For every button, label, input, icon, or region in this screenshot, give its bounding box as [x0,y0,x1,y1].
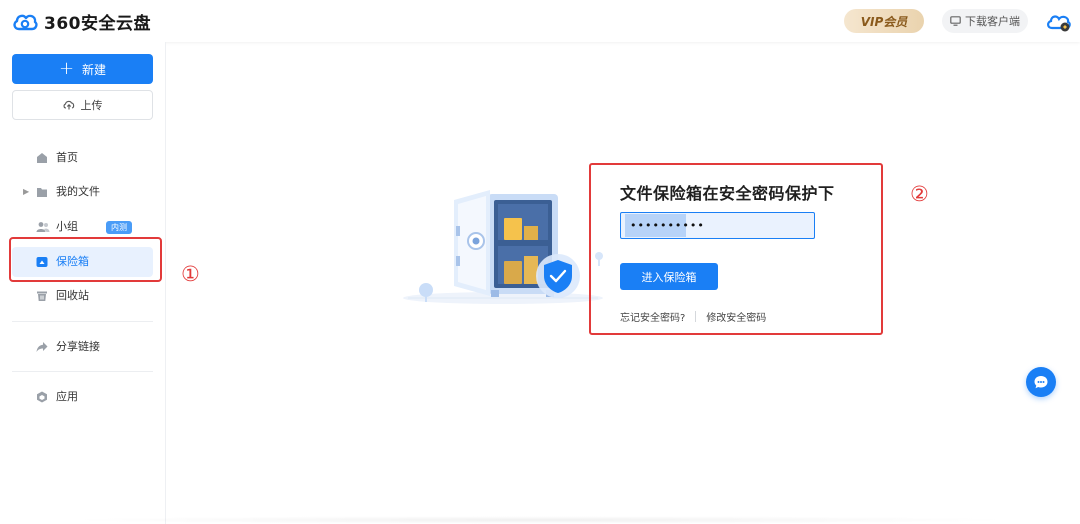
enter-vault-button[interactable]: 进入保险箱 [620,263,718,290]
trash-icon [37,291,47,301]
app-name: 360安全云盘 [44,14,151,34]
sidebar-item-recycle-bin[interactable]: 回收站 [12,281,153,311]
vault-title: 文件保险箱在安全密码保护下 [620,184,835,203]
security-password-input[interactable]: •••••••••• [620,212,815,239]
sidebar-item-apps[interactable]: 应用 [12,382,153,412]
highlight-box-vault-nav [9,237,162,282]
sidebar-item-label: 应用 [56,390,78,403]
app-icon [37,391,47,403]
sidebar-item-label: 首页 [56,151,78,164]
folder-icon [37,188,47,197]
download-client-button[interactable]: 下载客户端 [942,9,1028,33]
upload-icon [63,100,74,110]
chat-bubble-icon [1034,376,1048,389]
sidebar-item-my-files[interactable]: ▶ 我的文件 [12,177,153,207]
upload-button[interactable]: 上传 [12,90,153,120]
chat-support-button[interactable] [1026,367,1056,397]
top-header: 360安全云盘 VIP会员 下载客户端 [0,0,1080,42]
sidebar-item-label: 回收站 [56,289,89,302]
vip-button[interactable]: VIP会员 [844,9,924,33]
annotation-marker-2: ② [910,182,929,206]
caret-right-icon[interactable]: ▶ [23,185,29,199]
home-icon [37,153,47,163]
app-logo[interactable]: 360安全云盘 [12,9,151,34]
link-separator [695,311,697,322]
cloud-logo-icon [13,14,38,30]
password-links: 忘记安全密码? 修改安全密码 [620,309,766,324]
password-value: •••••••••• [625,214,704,237]
annotation-marker-1: ① [181,262,200,286]
change-password-link[interactable]: 修改安全密码 [706,309,766,324]
sidebar-item-label: 我的文件 [56,185,100,198]
beta-badge: 内测 [106,221,132,234]
plus-icon: + [58,58,75,79]
new-button[interactable]: + 新建 [12,54,153,84]
cloud-avatar-icon[interactable] [1046,11,1072,33]
forgot-password-link[interactable]: 忘记安全密码? [620,309,685,324]
monitor-icon [950,16,961,26]
sidebar-item-label: 分享链接 [56,340,100,353]
new-button-label: 新建 [82,62,107,77]
share-icon [36,342,48,352]
sidebar-item-home[interactable]: 首页 [12,143,153,173]
sidebar-divider [12,321,153,322]
safe-illustration [403,190,603,304]
sidebar-divider [12,371,153,372]
upload-button-label: 上传 [80,99,103,112]
group-icon [36,222,50,232]
bottom-shadow [60,516,1020,524]
sidebar-item-label: 小组 [56,220,78,233]
sidebar-item-share-links[interactable]: 分享链接 [12,332,153,362]
download-client-label: 下载客户端 [965,15,1020,28]
